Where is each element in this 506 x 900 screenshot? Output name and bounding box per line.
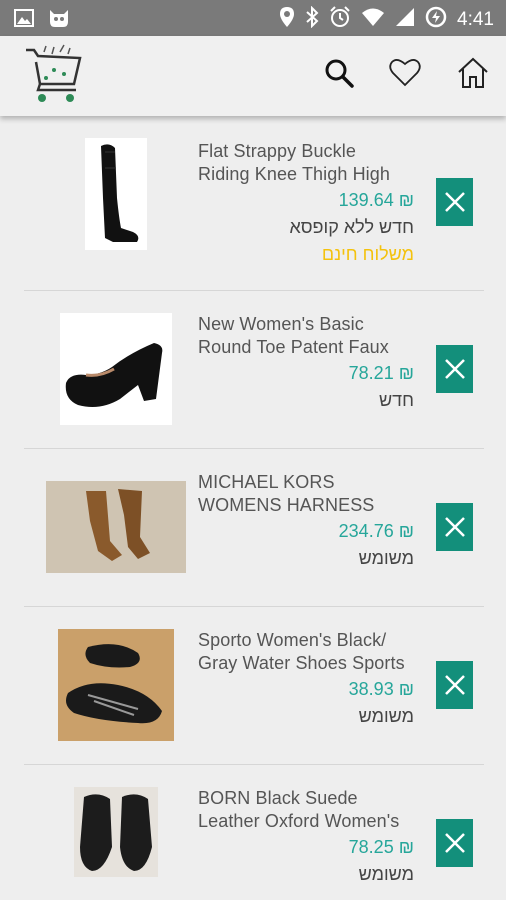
search-icon[interactable] xyxy=(322,56,356,90)
product-image[interactable] xyxy=(60,313,172,425)
item-price: 139.64 ₪ xyxy=(338,190,414,210)
item-price: 38.93 ₪ xyxy=(348,679,414,699)
product-image[interactable] xyxy=(74,787,158,877)
remove-button[interactable] xyxy=(436,178,473,226)
item-title[interactable]: MICHAEL KORS WOMENS HARNESS xyxy=(198,471,428,517)
close-icon xyxy=(444,833,465,853)
item-shipping: משלוח חינם xyxy=(321,244,414,264)
item-price: 234.76 ₪ xyxy=(338,521,414,541)
gallery-notification-icon xyxy=(14,9,34,32)
item-condition: חדש ללא קופסא xyxy=(289,217,414,237)
remove-button[interactable] xyxy=(436,819,473,867)
close-icon xyxy=(444,675,465,695)
item-title[interactable]: Flat Strappy Buckle Riding Knee Thigh Hi… xyxy=(198,140,428,186)
item-title[interactable]: Sporto Women's Black/ Gray Water Shoes S… xyxy=(198,629,428,675)
product-image[interactable] xyxy=(85,138,147,250)
product-image[interactable] xyxy=(58,629,174,741)
item-condition: משומש xyxy=(358,706,414,726)
clock: 4:41 xyxy=(457,8,494,30)
item-condition: משומש xyxy=(358,864,414,884)
list-item[interactable]: Sporto Women's Black/ Gray Water Shoes S… xyxy=(0,607,506,765)
close-icon xyxy=(444,359,465,379)
list-item[interactable]: BORN Black Suede Leather Oxford Women's … xyxy=(0,765,506,900)
favorites-list: Flat Strappy Buckle Riding Knee Thigh Hi… xyxy=(0,116,506,900)
product-image[interactable] xyxy=(46,481,186,573)
alarm-icon xyxy=(329,6,351,33)
signal-icon xyxy=(395,7,415,32)
status-bar: 4:41 xyxy=(0,0,506,36)
wifi-icon xyxy=(361,7,385,32)
bluetooth-icon xyxy=(305,5,319,33)
item-condition: חדש xyxy=(379,390,414,410)
battery-saver-icon xyxy=(425,6,447,33)
item-title[interactable]: New Women's Basic Round Toe Patent Faux xyxy=(198,313,428,359)
remove-button[interactable] xyxy=(436,345,473,393)
home-icon[interactable] xyxy=(456,56,490,90)
location-icon xyxy=(279,6,295,33)
item-price: 78.25 ₪ xyxy=(348,837,414,857)
remove-button[interactable] xyxy=(436,661,473,709)
favorites-heart-icon[interactable] xyxy=(388,56,422,90)
list-item[interactable]: MICHAEL KORS WOMENS HARNESS 234.76 ₪ משו… xyxy=(0,449,506,607)
app-bar xyxy=(0,36,506,116)
list-item[interactable]: New Women's Basic Round Toe Patent Faux … xyxy=(0,291,506,449)
close-icon xyxy=(444,192,465,212)
item-price: 78.21 ₪ xyxy=(348,363,414,383)
item-title[interactable]: BORN Black Suede Leather Oxford Women's xyxy=(198,787,428,833)
item-condition: משומש xyxy=(358,548,414,568)
cart-logo-icon[interactable] xyxy=(24,44,84,106)
cat-notification-icon xyxy=(48,8,70,33)
close-icon xyxy=(444,517,465,537)
list-item[interactable]: Flat Strappy Buckle Riding Knee Thigh Hi… xyxy=(0,116,506,291)
remove-button[interactable] xyxy=(436,503,473,551)
